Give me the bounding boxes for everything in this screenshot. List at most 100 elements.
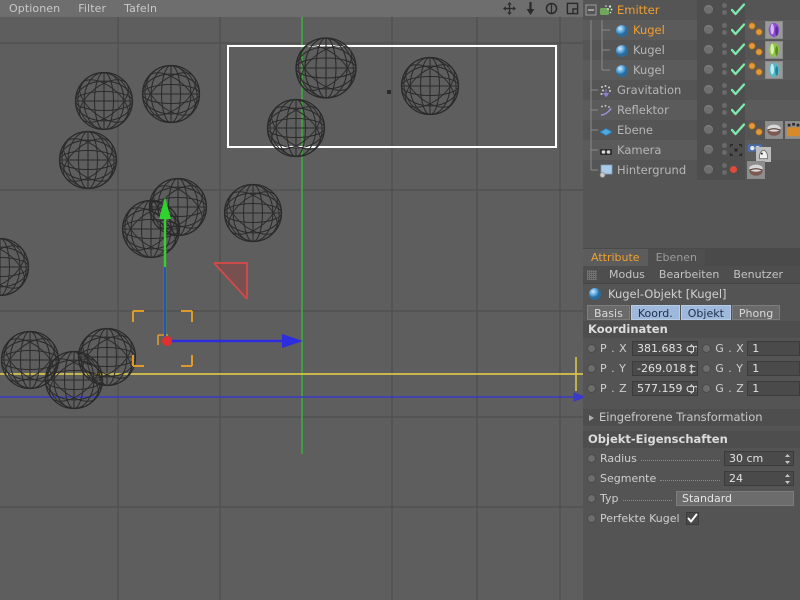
input-gy[interactable]: 1 bbox=[747, 361, 800, 376]
input-px[interactable]: 381.683 cm bbox=[632, 341, 698, 356]
checkbox-perfekte-kugel[interactable] bbox=[686, 512, 699, 525]
object-row-hintergrund[interactable]: Hintergrund bbox=[583, 160, 800, 180]
object-visibility-cell[interactable] bbox=[697, 0, 745, 20]
particle-tag-icon[interactable] bbox=[747, 41, 765, 59]
viewport-canvas[interactable] bbox=[0, 17, 583, 600]
object-name-cell[interactable]: Emitter bbox=[583, 0, 697, 20]
tab-ebenen[interactable]: Ebenen bbox=[648, 249, 705, 266]
object-tags-cell[interactable] bbox=[745, 100, 800, 120]
radio-gx[interactable] bbox=[702, 344, 711, 353]
texture-tag-icon[interactable] bbox=[747, 161, 765, 179]
object-tags-cell[interactable] bbox=[745, 80, 800, 100]
object-manager[interactable]: Emitter Kugel bbox=[583, 0, 800, 248]
editor-visibility-dot[interactable] bbox=[704, 105, 713, 114]
material-tag-purple[interactable] bbox=[765, 21, 783, 39]
editor-visibility-dot[interactable] bbox=[704, 145, 713, 154]
compositing-tag-icon[interactable] bbox=[785, 121, 800, 139]
object-visibility-cell[interactable] bbox=[697, 120, 745, 140]
rotate-camera-icon[interactable] bbox=[545, 2, 558, 15]
object-row-reflektor[interactable]: Reflektor bbox=[583, 100, 800, 120]
tab-phong[interactable]: Phong bbox=[732, 305, 780, 320]
object-name-cell[interactable]: Kugel bbox=[583, 40, 697, 60]
radio-gy[interactable] bbox=[702, 364, 711, 373]
visibility-toggle-dots[interactable] bbox=[722, 3, 727, 17]
object-row-ebene[interactable]: Ebene bbox=[583, 120, 800, 140]
input-segmente[interactable]: 24 bbox=[724, 471, 794, 486]
object-name-cell[interactable]: Kamera bbox=[583, 140, 697, 160]
editor-visibility-dot[interactable] bbox=[704, 165, 713, 174]
object-visibility-cell[interactable] bbox=[697, 60, 745, 80]
visibility-toggle-dots[interactable] bbox=[722, 123, 727, 137]
object-name-cell[interactable]: Kugel bbox=[583, 60, 697, 80]
object-tags-cell[interactable] bbox=[745, 60, 800, 80]
object-row-gravitation[interactable]: Gravitation bbox=[583, 80, 800, 100]
object-visibility-cell[interactable] bbox=[697, 20, 745, 40]
tab-attribute[interactable]: Attribute bbox=[583, 249, 648, 266]
object-tags-cell[interactable] bbox=[745, 20, 800, 40]
visibility-toggle-dots[interactable] bbox=[722, 163, 727, 177]
maximize-viewport-icon[interactable] bbox=[566, 2, 579, 15]
radio-px[interactable] bbox=[587, 344, 596, 353]
editor-visibility-dot[interactable] bbox=[704, 125, 713, 134]
visibility-toggle-dots[interactable] bbox=[722, 143, 727, 157]
enabled-check-icon[interactable] bbox=[731, 63, 745, 77]
object-visibility-cell[interactable] bbox=[697, 100, 745, 120]
enabled-check-icon[interactable] bbox=[731, 83, 745, 97]
camera-target-icon[interactable] bbox=[730, 144, 742, 156]
object-tags-cell[interactable] bbox=[745, 0, 800, 20]
tab-koord[interactable]: Koord. bbox=[631, 305, 680, 320]
disabled-dot[interactable] bbox=[730, 166, 737, 173]
object-row-kamera[interactable]: Kamera bbox=[583, 140, 800, 160]
object-tags-cell[interactable] bbox=[745, 160, 800, 180]
move-camera-icon[interactable] bbox=[503, 2, 516, 15]
enabled-check-icon[interactable] bbox=[731, 43, 745, 57]
object-name-cell[interactable]: Gravitation bbox=[583, 80, 697, 100]
menu-item-filter[interactable]: Filter bbox=[69, 0, 115, 17]
select-typ[interactable]: Standard bbox=[676, 491, 794, 506]
particle-tag-icon[interactable] bbox=[747, 61, 765, 79]
object-visibility-cell[interactable] bbox=[697, 80, 745, 100]
object-visibility-cell[interactable] bbox=[697, 160, 745, 180]
object-row-kugel[interactable]: Kugel bbox=[583, 20, 800, 40]
spinner-px-icon[interactable] bbox=[688, 343, 695, 355]
radio-pz[interactable] bbox=[587, 384, 596, 393]
pan-camera-icon[interactable] bbox=[524, 2, 537, 15]
object-tags-cell[interactable] bbox=[745, 140, 800, 160]
radio-typ[interactable] bbox=[587, 494, 596, 503]
input-gz[interactable]: 1 bbox=[747, 381, 800, 396]
spinner-segmente-icon[interactable] bbox=[784, 473, 791, 485]
editor-visibility-dot[interactable] bbox=[704, 45, 713, 54]
object-visibility-cell[interactable] bbox=[697, 40, 745, 60]
object-name-cell[interactable]: Ebene bbox=[583, 120, 697, 140]
menu-item-optionen[interactable]: Optionen bbox=[0, 0, 69, 17]
tab-basis[interactable]: Basis bbox=[587, 305, 630, 320]
input-pz[interactable]: 577.159 cm bbox=[632, 381, 698, 396]
spinner-pz-icon[interactable] bbox=[688, 383, 695, 395]
texture-tag-icon[interactable] bbox=[765, 121, 783, 139]
menu-item-benutzer[interactable]: Benutzer bbox=[726, 268, 790, 281]
spinner-py-icon[interactable] bbox=[688, 363, 695, 375]
object-row-emitter[interactable]: Emitter bbox=[583, 0, 800, 20]
editor-visibility-dot[interactable] bbox=[704, 85, 713, 94]
tab-objekt[interactable]: Objekt bbox=[681, 305, 731, 320]
radio-perfekte-kugel[interactable] bbox=[587, 514, 596, 523]
menu-item-tafeln[interactable]: Tafeln bbox=[115, 0, 166, 17]
input-py[interactable]: -269.018 cm bbox=[632, 361, 698, 376]
editor-visibility-dot[interactable] bbox=[704, 65, 713, 74]
object-name-cell[interactable]: Kugel bbox=[583, 20, 697, 40]
frozen-transform-fold[interactable]: Eingefrorene Transformation bbox=[583, 409, 800, 426]
object-tags-cell[interactable] bbox=[745, 120, 800, 140]
material-tag-green[interactable] bbox=[765, 41, 783, 59]
enabled-check-icon[interactable] bbox=[731, 23, 745, 37]
visibility-toggle-dots[interactable] bbox=[722, 63, 727, 77]
material-tag-cyan[interactable] bbox=[765, 61, 783, 79]
enabled-check-icon[interactable] bbox=[731, 3, 745, 17]
object-visibility-cell[interactable] bbox=[697, 140, 745, 160]
editor-visibility-dot[interactable] bbox=[704, 5, 713, 14]
input-gx[interactable]: 1 bbox=[747, 341, 800, 356]
object-name-cell[interactable]: Hintergrund bbox=[583, 160, 697, 180]
visibility-toggle-dots[interactable] bbox=[722, 23, 727, 37]
editor-visibility-dot[interactable] bbox=[704, 25, 713, 34]
visibility-toggle-dots[interactable] bbox=[722, 43, 727, 57]
particle-tag-icon[interactable] bbox=[747, 121, 765, 139]
